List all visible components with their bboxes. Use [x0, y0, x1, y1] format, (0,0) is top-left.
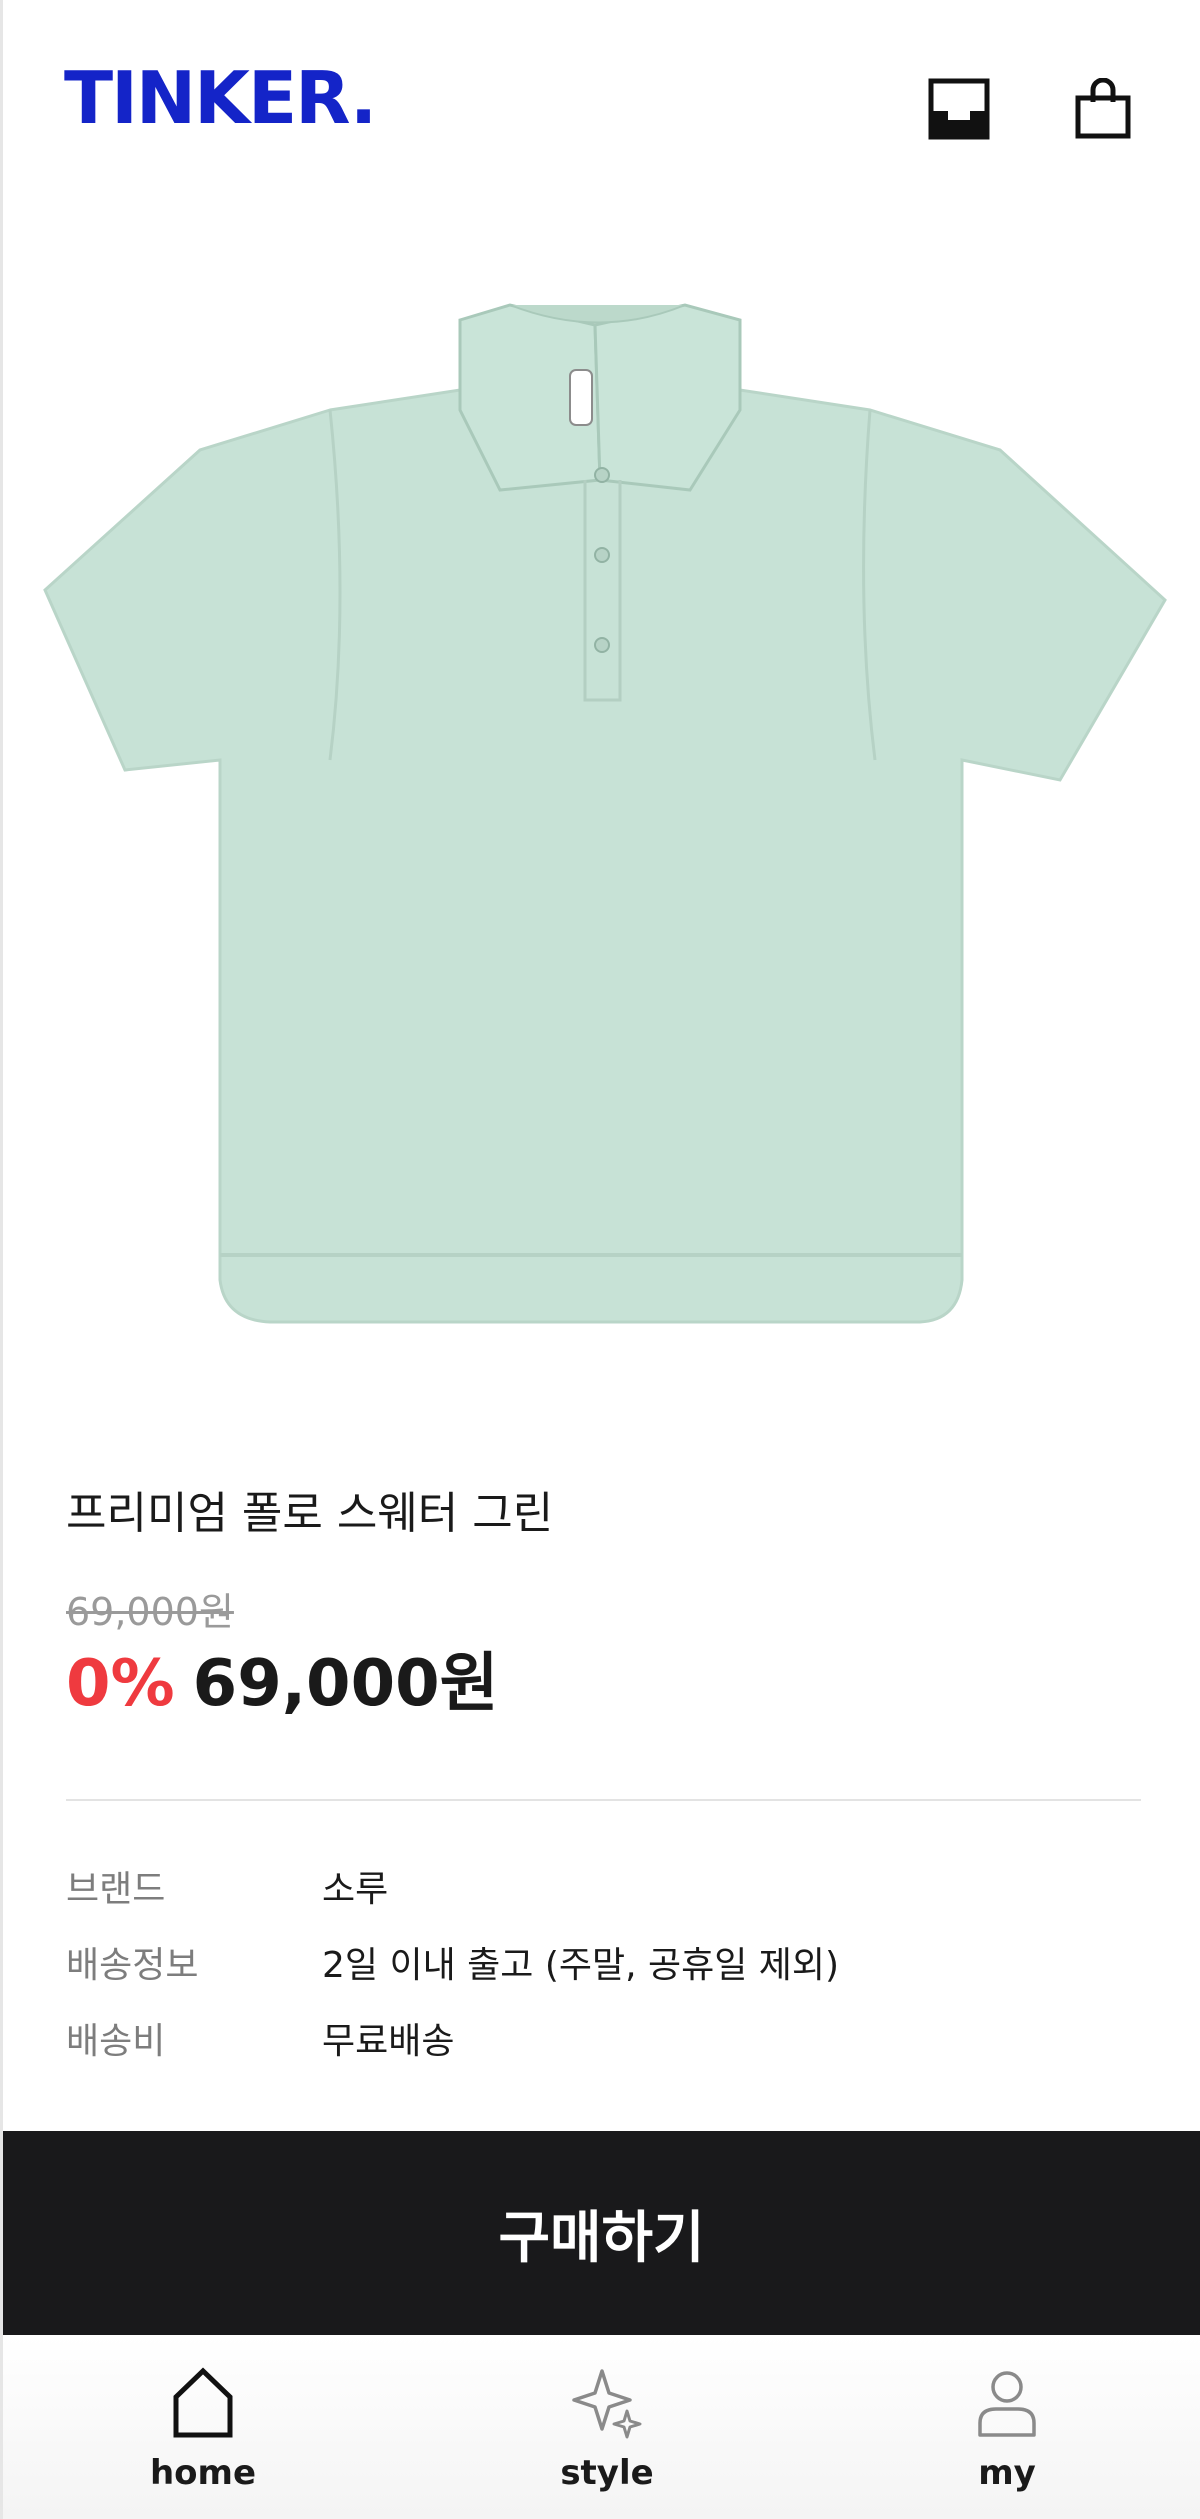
nav-item-my[interactable]: my [887, 2335, 1127, 2519]
discount-rate: 0% [66, 1647, 175, 1721]
section-divider [66, 1799, 1141, 1801]
info-label-shipping: 배송정보 [66, 1945, 199, 1986]
info-row-shipping: 배송정보 2일 이내 출고 (주말, 공휴일 제외) [66, 1938, 1141, 1994]
info-row-brand: 브랜드 소루 [66, 1862, 1141, 1918]
info-value-brand[interactable]: 소루 [322, 1862, 388, 1918]
info-label-brand: 브랜드 [66, 1869, 166, 1910]
brand-logo[interactable]: TINKER. [64, 62, 377, 134]
product-title: 프리미엄 폴로 스웨터 그린 [66, 1488, 554, 1539]
buy-button[interactable]: 구매하기 [3, 2131, 1200, 2335]
sale-price: 69,000원 [192, 1647, 499, 1721]
sparkle-icon [572, 2369, 642, 2439]
polo-sweater-image [43, 303, 1167, 1324]
nav-label-style: style [560, 2453, 654, 2493]
info-value-shipping-fee: 무료배송 [322, 2021, 455, 2062]
info-row-shipping-fee: 배송비 무료배송 [66, 2014, 1141, 2070]
shopping-bag-icon[interactable] [1072, 77, 1134, 140]
nav-label-my: my [978, 2453, 1036, 2493]
info-label-shipping-fee: 배송비 [66, 2021, 166, 2062]
nav-item-home[interactable]: home [83, 2335, 323, 2519]
home-icon [173, 2367, 233, 2438]
inbox-icon[interactable] [928, 78, 990, 140]
nav-item-style[interactable]: style [487, 2335, 727, 2519]
bottom-nav: home style my [3, 2335, 1200, 2519]
price-row: 0% 69,000원 [66, 1652, 499, 1716]
app-header: TINKER. [0, 0, 1200, 220]
nav-label-home: home [149, 2453, 257, 2493]
product-image[interactable] [40, 300, 1170, 1350]
user-icon [978, 2371, 1036, 2437]
info-value-shipping: 2일 이내 출고 (주말, 공휴일 제외) [322, 1945, 840, 1986]
original-price: 69,000원 [66, 1590, 234, 1634]
